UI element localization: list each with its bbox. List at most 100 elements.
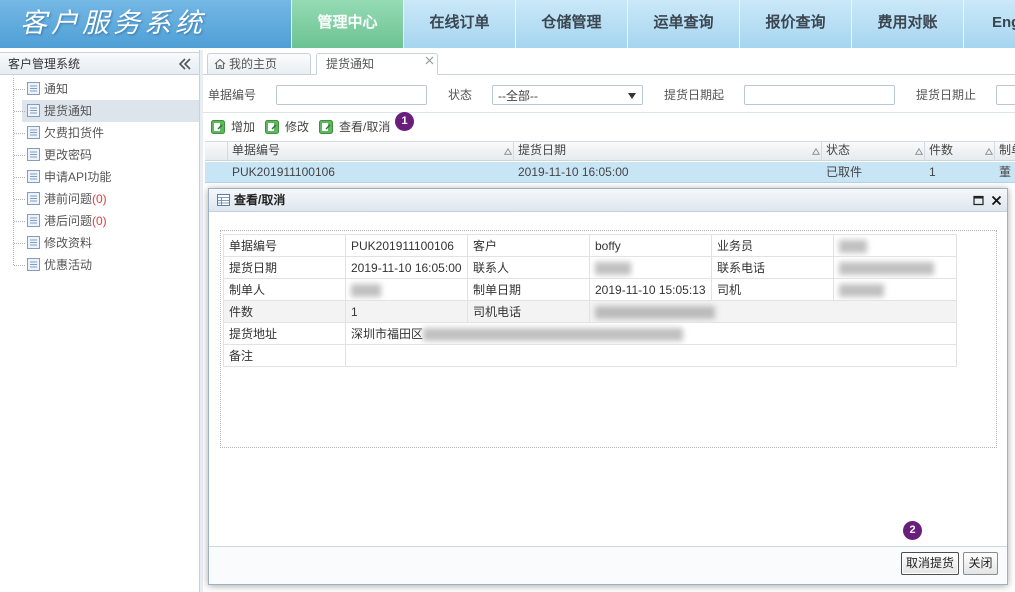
document-list-icon [27, 104, 40, 117]
sidebar-item-label: 优惠活动 [44, 258, 93, 272]
document-list-icon [27, 258, 40, 271]
sidebar-item-edit-profile[interactable]: 修改资料 [0, 232, 199, 254]
doc-no-value: PUK201911100106 [345, 234, 468, 257]
sort-icon[interactable] [812, 148, 820, 155]
salesman-label: 业务员 [711, 234, 834, 257]
sidebar-item-label: 港前问题(0) [44, 192, 107, 206]
grid-header-status[interactable]: 状态 [822, 141, 925, 161]
add-icon[interactable] [211, 120, 225, 134]
view-cancel-button[interactable]: 查看/取消 [339, 120, 390, 134]
quantity-label: 件数 [223, 300, 346, 323]
sidebar-item-arrears-hold[interactable]: 欠费扣货件 [0, 122, 199, 144]
document-list-icon [27, 236, 40, 249]
form-row: 提货地址 深圳市福田区 [223, 322, 957, 345]
contact-label: 联系人 [467, 256, 590, 279]
sidebar-item-notice[interactable]: 通知 [0, 78, 199, 100]
redacted-value [839, 239, 867, 253]
remark-label: 备注 [223, 344, 346, 367]
redacted-value [351, 283, 381, 297]
nav-item-online-orders[interactable]: 在线订单 [403, 0, 515, 48]
date-from-label: 提货日期起 [664, 88, 725, 102]
nav-item-waybill-query[interactable]: 运单查询 [627, 0, 739, 48]
sort-icon[interactable] [504, 148, 512, 155]
contact-value [589, 256, 712, 279]
grid-header-creator[interactable]: 制单 [995, 141, 1015, 161]
edit-button[interactable]: 修改 [285, 120, 309, 134]
doc-no-label: 单据编号 [223, 234, 346, 257]
address-value-cell: 深圳市福田区 [345, 322, 957, 345]
driver-phone-label: 司机电话 [467, 300, 590, 323]
view-icon[interactable] [319, 120, 333, 134]
date-to-input[interactable] [996, 85, 1015, 105]
address-label: 提货地址 [223, 322, 346, 345]
tree-connector [14, 199, 25, 200]
sidebar-item-pre-port-issues[interactable]: 港前问题(0) [0, 188, 199, 210]
close-button[interactable]: 关闭 [963, 552, 998, 575]
main-nav: 管理中心 在线订单 仓储管理 运单查询 报价查询 费用对账 Eng [291, 0, 1015, 48]
grid-header-doc-no[interactable]: 单据编号 [228, 141, 514, 161]
tree-connector [14, 155, 25, 156]
sidebar-item-pickup-notice[interactable]: 提货通知 [0, 100, 199, 122]
edit-icon[interactable] [265, 120, 279, 134]
chevron-down-icon [628, 93, 636, 99]
doc-no-label: 单据编号 [208, 88, 257, 102]
panel-splitter[interactable] [200, 50, 203, 592]
address-value: 深圳市福田区 [351, 327, 424, 341]
grid-header-pickup-date[interactable]: 提货日期 [514, 141, 822, 161]
issue-count: (0) [92, 214, 107, 228]
tree-connector [14, 89, 25, 90]
add-button[interactable]: 增加 [231, 120, 255, 134]
nav-item-management-center[interactable]: 管理中心 [291, 0, 403, 48]
grid-header-rownum [205, 141, 228, 161]
tab-pickup-notice[interactable]: 提货通知 [316, 53, 438, 75]
cell-status: 已取件 [826, 165, 863, 179]
document-list-icon [27, 82, 40, 95]
cancel-pickup-button[interactable]: 取消提货 [901, 552, 959, 575]
document-list-icon [27, 170, 40, 183]
home-icon [214, 58, 226, 70]
date-from-input[interactable] [744, 85, 895, 105]
salesman-value [833, 234, 957, 257]
sidebar-item-change-password[interactable]: 更改密码 [0, 144, 199, 166]
sort-icon[interactable] [915, 148, 923, 155]
dialog-title: 查看/取消 [234, 193, 286, 207]
tab-home[interactable]: 我的主页 [207, 53, 311, 75]
sidebar-item-post-port-issues[interactable]: 港后问题(0) [0, 210, 199, 232]
form-row: 件数 1 司机电话 [223, 300, 957, 323]
sidebar-item-text: 港前问题 [44, 192, 93, 206]
doc-no-input[interactable] [276, 85, 427, 105]
tab-label: 提货通知 [326, 57, 375, 71]
tree-connector [14, 177, 25, 178]
maximize-icon[interactable] [973, 195, 984, 206]
date-to-label: 提货日期止 [916, 88, 977, 102]
sidebar-item-promotions[interactable]: 优惠活动 [0, 254, 199, 276]
sidebar-title: 客户管理系统 [8, 57, 81, 71]
document-list-icon [27, 192, 40, 205]
dialog-title-bar[interactable]: 查看/取消 [209, 189, 1007, 212]
sort-icon[interactable] [985, 148, 993, 155]
document-list-icon [27, 148, 40, 161]
remark-value [345, 344, 957, 367]
status-select[interactable]: --全部-- [492, 85, 643, 105]
driver-phone-value [589, 300, 957, 323]
tree-connector [14, 133, 25, 134]
nav-item-english[interactable]: Eng [963, 0, 1015, 48]
creator-label: 制单人 [223, 278, 346, 301]
close-icon[interactable] [425, 56, 434, 65]
double-chevron-left-icon[interactable] [178, 58, 192, 70]
tree-connector [14, 265, 25, 266]
redacted-value [839, 261, 934, 275]
contact-phone-label: 联系电话 [711, 256, 834, 279]
creator-value [345, 278, 468, 301]
cell-pickup-date: 2019-11-10 16:05:00 [518, 165, 629, 179]
sidebar-item-label: 修改资料 [44, 236, 93, 250]
redacted-value [595, 305, 715, 319]
cell-quantity: 1 [929, 165, 936, 179]
pickup-date-label: 提货日期 [223, 256, 346, 279]
nav-item-warehouse[interactable]: 仓储管理 [515, 0, 627, 48]
nav-item-billing[interactable]: 费用对账 [851, 0, 963, 48]
close-icon[interactable] [991, 195, 1002, 206]
sidebar-item-api-request[interactable]: 申请API功能 [0, 166, 199, 188]
nav-item-quote-query[interactable]: 报价查询 [739, 0, 851, 48]
create-date-value: 2019-11-10 15:05:13 [589, 278, 712, 301]
